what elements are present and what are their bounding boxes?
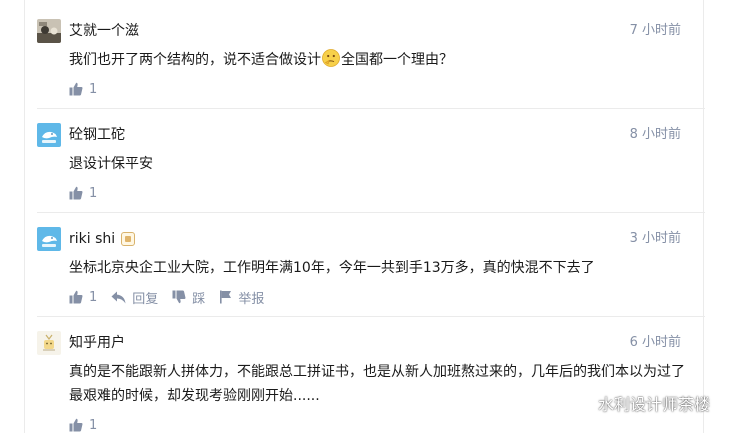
comment-time: 8 小时前: [629, 127, 681, 142]
reply-arrow-icon: [111, 291, 126, 303]
wechat-watermark: 水利设计师茶楼: [570, 391, 710, 415]
thumbs-up-icon: [69, 418, 83, 432]
comment-text: 全国都一个理由？: [341, 52, 453, 68]
report-button[interactable]: 举报: [219, 288, 264, 307]
avatar[interactable]: [37, 19, 61, 43]
like-count: 1: [89, 185, 98, 201]
dislike-button[interactable]: 踩: [172, 288, 205, 307]
reply-button[interactable]: 回复: [111, 288, 158, 307]
comment-time: 7 小时前: [629, 23, 681, 38]
comment-item: 砼钢工砣 8 小时前 退设计保平安 1: [25, 109, 705, 213]
comment-text: 我们也开了两个结构的，说不适合做设计: [69, 52, 321, 68]
like-count: 1: [89, 289, 98, 305]
thumbs-up-icon: [69, 82, 83, 96]
author-name[interactable]: 知乎用户: [69, 334, 125, 352]
comment-item: 知乎用户 6 小时前 真的是不能跟新人拼体力，不能跟总工拼证书，也是从新人加班熬…: [25, 317, 705, 433]
comment-item: 艾就一个滋 7 小时前 我们也开了两个结构的，说不适合做设计 全国都一个理由？ 1: [25, 0, 705, 109]
avatar[interactable]: [37, 123, 61, 147]
comment-list: 艾就一个滋 7 小时前 我们也开了两个结构的，说不适合做设计 全国都一个理由？ 1…: [24, 0, 705, 433]
thumbs-down-icon: [172, 290, 186, 304]
like-count: 1: [89, 81, 98, 97]
comment-actions: 1 回复 踩 举报: [69, 288, 278, 307]
wechat-icon: [570, 394, 592, 411]
comment-actions: 1: [69, 184, 111, 202]
comment-time: 6 小时前: [629, 335, 681, 350]
avatar[interactable]: [37, 331, 61, 355]
comment-actions: 1: [69, 416, 111, 433]
author-name[interactable]: 艾就一个滋: [69, 22, 139, 40]
thinking-emoji-icon: [322, 49, 340, 67]
reply-label: 回复: [132, 291, 159, 307]
author-name[interactable]: riki shi: [69, 230, 115, 248]
comment-actions: 1: [69, 80, 111, 98]
flag-icon: [220, 290, 232, 304]
like-button[interactable]: 1: [69, 186, 97, 201]
like-count: 1: [89, 417, 98, 433]
avatar[interactable]: [37, 227, 61, 251]
watermark-text: 水利设计师茶楼: [597, 395, 710, 414]
thumbs-up-icon: [69, 290, 83, 304]
member-badge-icon[interactable]: [121, 232, 135, 246]
comment-time: 3 小时前: [629, 231, 681, 246]
comment-content: 坐标北京央企工业大院，工作明年满10年，今年一共到手13万多，真的快混不下去了: [69, 260, 595, 276]
comment-content: 我们也开了两个结构的，说不适合做设计 全国都一个理由？: [69, 48, 689, 72]
comment-item: riki shi 3 小时前 坐标北京央企工业大院，工作明年满10年，今年一共到…: [25, 213, 705, 317]
like-button[interactable]: 1: [69, 418, 97, 433]
author-name[interactable]: 砼钢工砣: [69, 126, 125, 144]
dislike-label: 踩: [192, 291, 206, 307]
comment-content: 退设计保平安: [69, 156, 153, 172]
thumbs-up-icon: [69, 186, 83, 200]
like-button[interactable]: 1: [69, 82, 97, 97]
report-label: 举报: [238, 291, 265, 307]
like-button[interactable]: 1: [69, 290, 97, 305]
